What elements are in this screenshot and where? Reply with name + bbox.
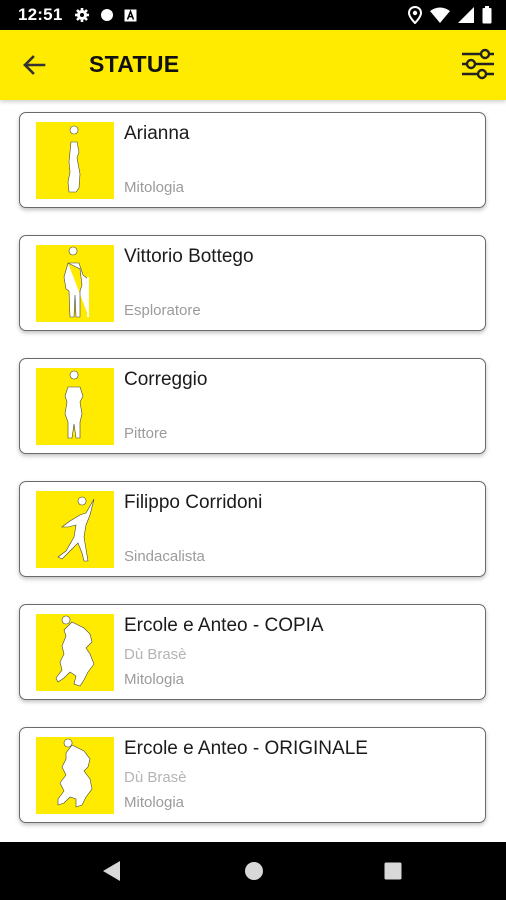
statue-name: Ercole e Anteo - ORIGINALE [124, 738, 368, 759]
statue-silhouette-icon [63, 246, 89, 318]
signal-icon [458, 7, 474, 23]
statue-card[interactable]: Ercole e Anteo - ORIGINALE Dù Brasè Mito… [19, 727, 486, 823]
statue-subtitle: Dù Brasè [124, 646, 187, 663]
statue-list: Arianna Mitologia Vittorio Bottego Esplo… [0, 100, 506, 842]
statue-name: Vittorio Bottego [124, 246, 254, 267]
circle-icon [101, 9, 114, 21]
page-title: STATUE [89, 51, 180, 77]
statue-thumbnail [36, 245, 114, 322]
statue-card[interactable]: Arianna Mitologia [19, 112, 486, 208]
statue-name: Filippo Corridoni [124, 492, 263, 513]
statue-silhouette-icon [67, 125, 81, 193]
square-recents-icon[interactable] [384, 862, 402, 880]
statue-thumbnail [36, 737, 114, 814]
app-bar: STATUE [0, 30, 506, 100]
triangle-back-icon[interactable] [101, 860, 121, 882]
statue-silhouette-icon [57, 738, 93, 808]
statue-card[interactable]: Vittorio Bottego Esploratore [19, 235, 486, 331]
sliders-icon[interactable] [460, 46, 496, 82]
statue-silhouette-icon [57, 496, 95, 562]
statue-category: Mitologia [124, 671, 185, 688]
statue-thumbnail [36, 491, 114, 568]
statue-thumbnail [36, 368, 114, 445]
statue-category: Esploratore [124, 302, 201, 319]
statue-card[interactable]: Ercole e Anteo - COPIA Dù Brasè Mitologi… [19, 604, 486, 700]
gear-icon [75, 8, 90, 22]
system-nav-bar [0, 842, 506, 900]
arrow-left-icon[interactable] [20, 51, 48, 79]
battery-icon [482, 6, 492, 24]
circle-home-icon[interactable] [244, 861, 264, 881]
statue-category: Mitologia [124, 794, 185, 811]
statue-thumbnail [36, 122, 114, 199]
statue-name: Correggio [124, 369, 208, 390]
a-box-icon [124, 8, 137, 21]
statue-silhouette-icon [55, 615, 95, 687]
statue-name: Ercole e Anteo - COPIA [124, 615, 324, 636]
status-bar: 12:51 [0, 0, 506, 30]
statue-subtitle: Dù Brasè [124, 769, 187, 786]
location-icon [408, 6, 422, 24]
statue-category: Mitologia [124, 179, 185, 196]
statue-card[interactable]: Correggio Pittore [19, 358, 486, 454]
status-time: 12:51 [18, 5, 63, 24]
statue-card[interactable]: Filippo Corridoni Sindacalista [19, 481, 486, 577]
statue-name: Arianna [124, 123, 190, 144]
statue-category: Sindacalista [124, 548, 205, 565]
statue-silhouette-icon [64, 370, 84, 439]
wifi-icon [430, 7, 450, 23]
statue-thumbnail [36, 614, 114, 691]
statue-category: Pittore [124, 425, 168, 442]
